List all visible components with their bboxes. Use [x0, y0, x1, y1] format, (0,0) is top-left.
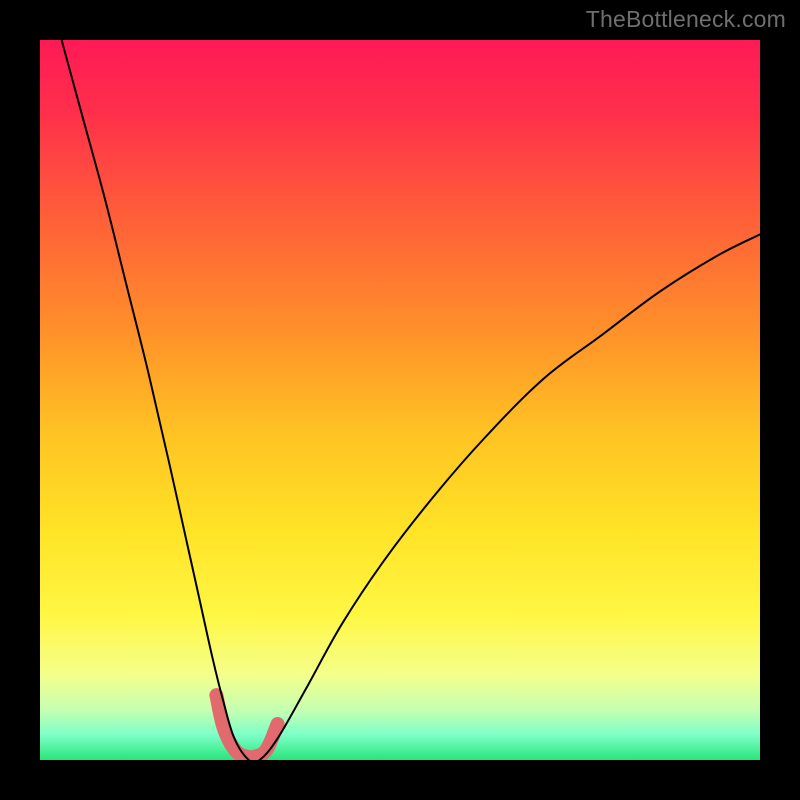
gradient-background	[40, 40, 760, 760]
outer-frame: TheBottleneck.com	[0, 0, 800, 800]
watermark-text: TheBottleneck.com	[586, 6, 786, 33]
chart-plot-area	[40, 40, 760, 760]
chart-svg	[40, 40, 760, 760]
